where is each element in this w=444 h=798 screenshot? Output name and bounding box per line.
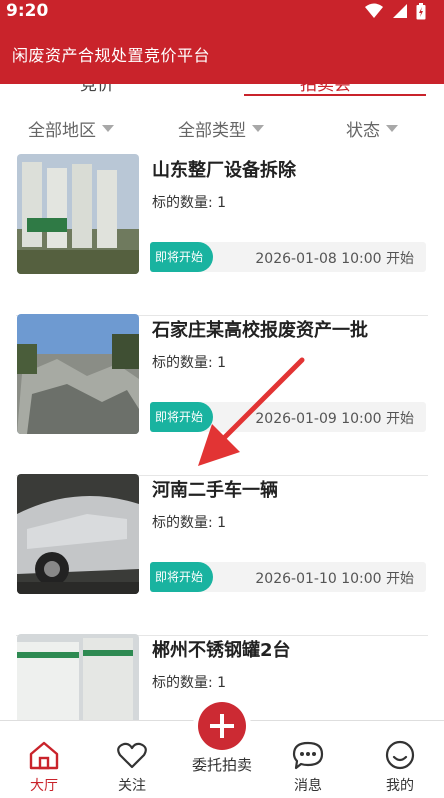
nav-hall-label: 大厅 [30, 778, 58, 794]
listing-title: 河南二手车一辆 [152, 480, 278, 501]
start-time: 2026-01-10 10:00 开始 [255, 571, 414, 587]
entrust-auction-button[interactable] [196, 700, 248, 752]
chat-icon [292, 741, 324, 770]
start-info: 即将开始 2026-01-09 10:00 开始 [150, 402, 426, 432]
listing-card[interactable]: 河南二手车一辆 标的数量: 1 即将开始 2026-01-10 10:00 开始 [0, 474, 444, 636]
header-overlap [0, 70, 444, 84]
item-count: 标的数量: 1 [152, 675, 227, 691]
listing-thumbnail [17, 154, 139, 274]
nav-hall[interactable]: 大厅 [0, 721, 88, 798]
type-filter-label: 全部类型 [178, 121, 246, 141]
battery-icon [416, 2, 426, 19]
caret-down-icon [386, 125, 398, 132]
tab-bar: 竞价 拍卖会 [0, 70, 444, 98]
status-filter-label: 状态 [346, 121, 380, 141]
status-badge: 即将开始 [150, 242, 214, 272]
nav-mine[interactable]: 我的 [356, 721, 444, 798]
plus-icon [210, 714, 234, 738]
nav-follow[interactable]: 关注 [88, 721, 176, 798]
entrust-auction-label: 委托拍卖 [191, 756, 252, 774]
item-count: 标的数量: 1 [152, 515, 227, 531]
listing-card[interactable]: 石家庄某高校报废资产一批 标的数量: 1 即将开始 2026-01-09 10:… [0, 314, 444, 476]
type-filter[interactable]: 全部类型 [178, 116, 264, 141]
caret-down-icon [252, 125, 264, 132]
filter-bar: 全部地区 全部类型 状态 [0, 98, 444, 154]
signal-icon [393, 4, 407, 18]
heart-icon [117, 742, 147, 769]
start-time: 2026-01-09 10:00 开始 [255, 411, 414, 427]
wifi-icon [365, 3, 383, 18]
caret-down-icon [102, 125, 114, 132]
item-count: 标的数量: 1 [152, 355, 227, 371]
fab-circle [198, 702, 246, 750]
item-count: 标的数量: 1 [152, 195, 227, 211]
status-badge: 即将开始 [150, 562, 214, 592]
status-time: 9:20 [6, 1, 49, 21]
nav-follow-label: 关注 [118, 778, 146, 794]
home-icon [29, 741, 59, 770]
nav-mine-label: 我的 [386, 778, 414, 794]
start-info: 即将开始 2026-01-08 10:00 开始 [150, 242, 426, 272]
listing-thumbnail [17, 314, 139, 434]
listing-title: 石家庄某高校报废资产一批 [152, 320, 368, 341]
status-filter[interactable]: 状态 [346, 116, 398, 141]
listing-thumbnail [17, 474, 139, 594]
start-info: 即将开始 2026-01-10 10:00 开始 [150, 562, 426, 592]
status-badge: 即将开始 [150, 402, 214, 432]
active-tab-indicator [244, 94, 426, 96]
listing-card[interactable]: 山东整厂设备拆除 标的数量: 1 即将开始 2026-01-08 10:00 开… [0, 154, 444, 316]
start-time: 2026-01-08 10:00 开始 [255, 251, 414, 267]
region-filter-label: 全部地区 [28, 121, 96, 141]
region-filter[interactable]: 全部地区 [28, 116, 114, 141]
status-icons [364, 2, 426, 19]
status-bar: 9:20 [0, 0, 444, 24]
smile-icon [385, 740, 415, 770]
nav-messages-label: 消息 [294, 778, 322, 794]
listing-title: 郴州不锈钢罐2台 [152, 640, 291, 661]
app-title: 闲废资产合规处置竞价平台 [12, 46, 211, 65]
listing-title: 山东整厂设备拆除 [152, 160, 296, 181]
nav-messages[interactable]: 消息 [264, 721, 352, 798]
